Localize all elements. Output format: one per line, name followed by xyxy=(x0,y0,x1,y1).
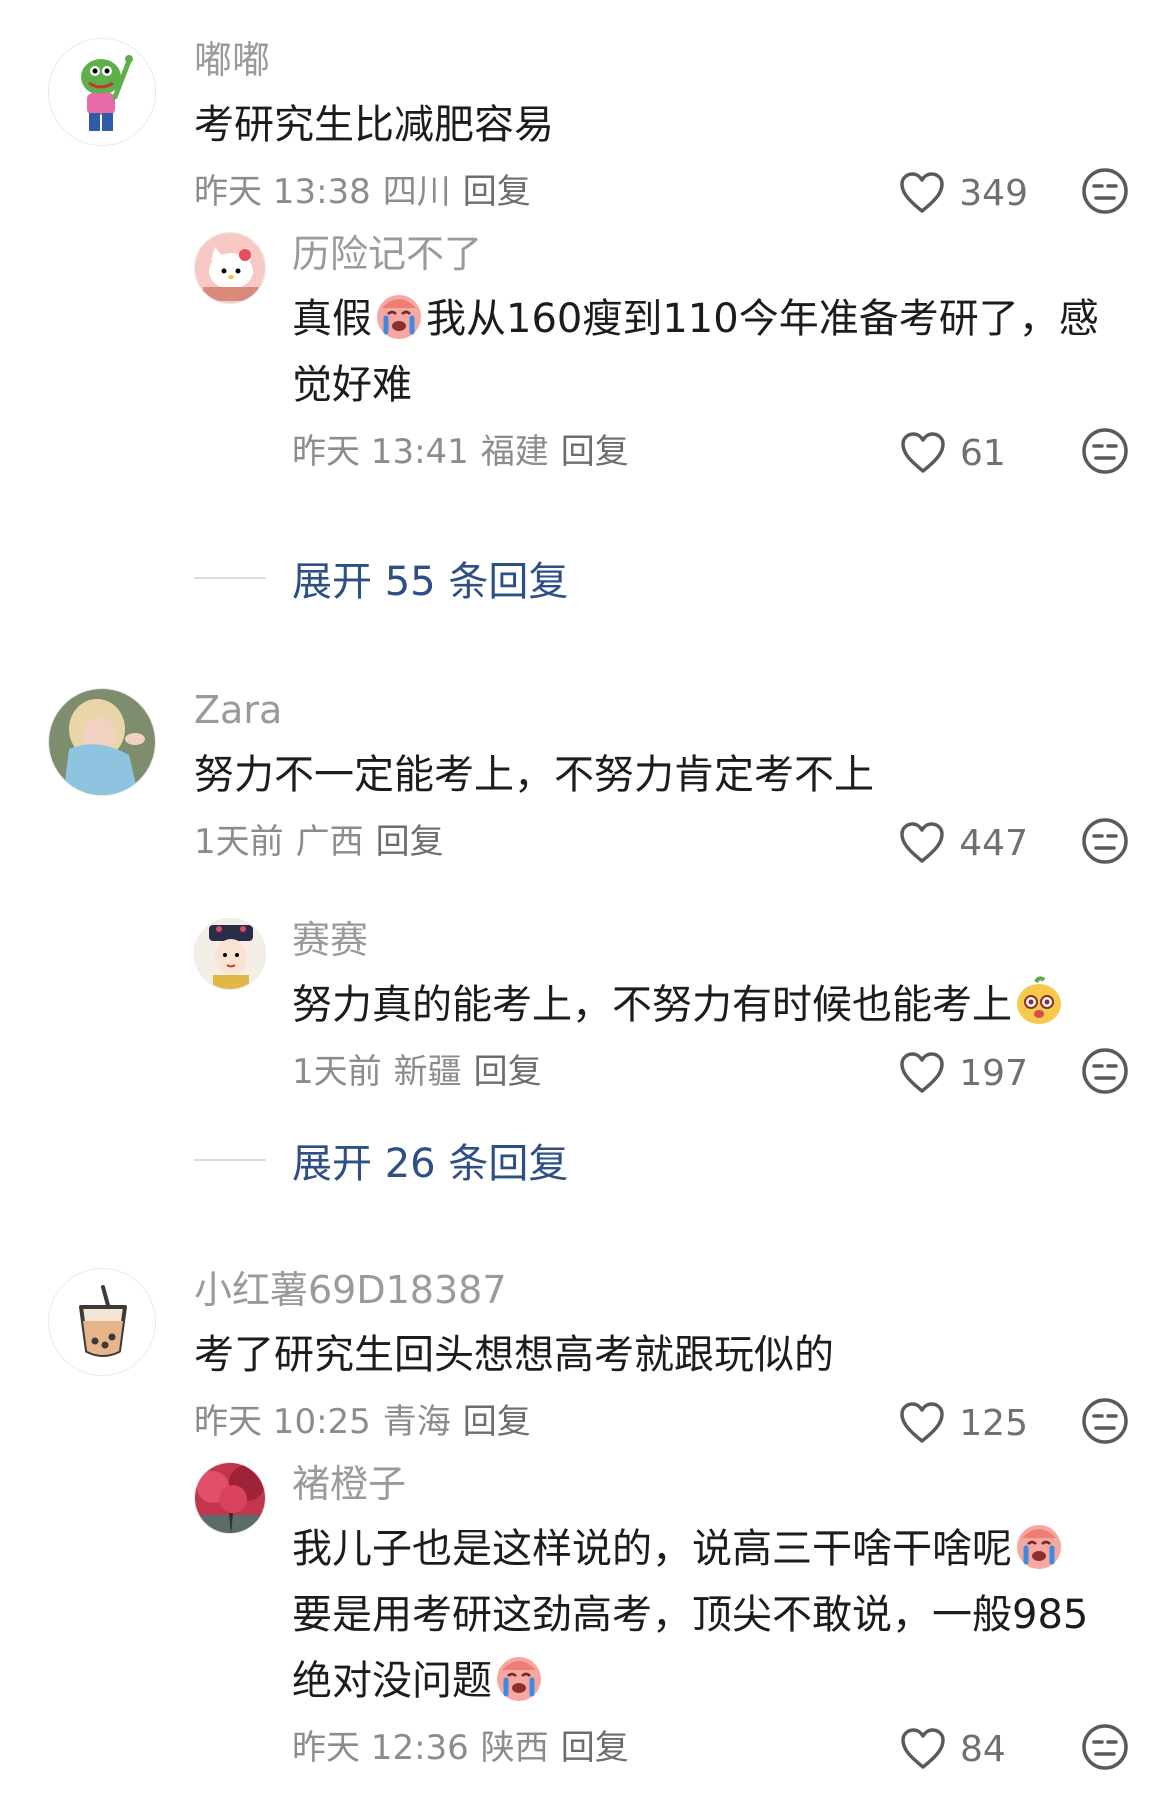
neutral-face-icon[interactable] xyxy=(1080,426,1130,476)
like-count: 61 xyxy=(960,432,1006,474)
neutral-face-icon[interactable] xyxy=(1080,816,1130,866)
avatar[interactable] xyxy=(48,38,156,146)
comment-author[interactable]: 小红薯69D18387 xyxy=(194,1268,1130,1314)
comment-author[interactable]: Zara xyxy=(194,688,1130,734)
reply-text-part: 真假 xyxy=(292,296,372,342)
like-count: 447 xyxy=(959,822,1028,864)
reply-text-part: 我儿子也是这样说的，说高三干啥干啥呢 xyxy=(292,1526,1012,1572)
reply-text: 我儿子也是这样说的，说高三干啥干啥呢 要是用考研这劲高考，顶尖不敢说，一般985… xyxy=(292,1516,1130,1714)
reply-time: 昨天 12:36 xyxy=(292,1728,469,1768)
reply-button[interactable]: 回复 xyxy=(376,822,444,862)
neutral-face-icon[interactable] xyxy=(1080,166,1130,216)
blonde-girl-avatar-icon xyxy=(49,689,155,795)
comment-location: 青海 xyxy=(382,1402,451,1442)
like-button[interactable]: 125 xyxy=(899,1396,1028,1450)
reply-author[interactable]: 褚橙子 xyxy=(292,1462,1130,1508)
reply-button[interactable]: 回复 xyxy=(474,1052,542,1092)
comment-time: 昨天 13:38 xyxy=(194,172,371,212)
like-button[interactable]: 61 xyxy=(900,426,1028,480)
divider xyxy=(194,1159,266,1161)
divider xyxy=(194,577,266,579)
like-count: 349 xyxy=(959,172,1028,214)
reply-author[interactable]: 赛赛 xyxy=(292,918,1130,964)
reply-button[interactable]: 回复 xyxy=(463,172,531,212)
reply-text: 真假 我从160瘦到110今年准备考研了，感觉好难 xyxy=(292,286,1130,418)
red-trees-avatar-icon xyxy=(195,1463,265,1533)
avatar[interactable] xyxy=(194,232,266,304)
like-button[interactable]: 197 xyxy=(899,1046,1028,1100)
comment-location: 四川 xyxy=(382,172,451,212)
comment-text: 考研究生比减肥容易 xyxy=(194,102,554,148)
like-button[interactable]: 349 xyxy=(899,166,1028,220)
green-frog-avatar-icon xyxy=(49,39,155,145)
like-count: 125 xyxy=(959,1402,1028,1444)
qing-dynasty-lady-avatar-icon xyxy=(195,919,265,989)
comment-location: 广西 xyxy=(295,822,364,862)
like-button[interactable]: 447 xyxy=(899,816,1028,870)
reply-button[interactable]: 回复 xyxy=(463,1402,531,1442)
comment-thread: 嘟嘟 考研究生比减肥容易 昨天 13:38 四川 回复 349 历险记不了 真假… xyxy=(0,0,1170,1820)
crying-emoji-icon xyxy=(377,295,421,339)
heart-outline-icon xyxy=(900,822,945,863)
reply-location: 福建 xyxy=(480,432,549,472)
heart-outline-icon xyxy=(900,1402,945,1443)
reply-text: 努力真的能考上，不努力有时候也能考上 xyxy=(292,972,1130,1038)
expand-replies-label[interactable]: 展开 26 条回复 xyxy=(292,1131,568,1189)
expand-replies-label[interactable]: 展开 55 条回复 xyxy=(292,549,568,607)
reply-time: 昨天 13:41 xyxy=(292,432,469,472)
reply-location: 陕西 xyxy=(480,1728,549,1768)
yellow-face-emoji-icon xyxy=(1017,976,1061,1024)
heart-outline-icon xyxy=(900,1052,945,1093)
reply-text-part: 努力真的能考上，不努力有时候也能考上 xyxy=(292,982,1012,1028)
reply-time: 1天前 xyxy=(292,1052,382,1092)
comment-time: 1天前 xyxy=(194,822,284,862)
comment-time: 昨天 10:25 xyxy=(194,1402,371,1442)
heart-outline-icon xyxy=(901,432,945,473)
like-count: 84 xyxy=(960,1728,1006,1770)
avatar[interactable] xyxy=(194,1462,266,1534)
neutral-face-icon[interactable] xyxy=(1080,1046,1130,1096)
neutral-face-icon[interactable] xyxy=(1080,1396,1130,1446)
like-count: 197 xyxy=(959,1052,1028,1094)
comment-author[interactable]: 嘟嘟 xyxy=(194,38,1130,84)
comment-text: 考了研究生回头想想高考就跟玩似的 xyxy=(194,1332,834,1378)
reply-author[interactable]: 历险记不了 xyxy=(292,232,1130,278)
reply-location: 新疆 xyxy=(393,1052,462,1092)
neutral-face-icon[interactable] xyxy=(1080,1722,1130,1772)
avatar[interactable] xyxy=(48,1268,156,1376)
avatar[interactable] xyxy=(48,688,156,796)
reply-button[interactable]: 回复 xyxy=(561,432,629,472)
expand-replies-button[interactable]: 展开 55 条回复 xyxy=(194,548,568,608)
expand-replies-button[interactable]: 展开 26 条回复 xyxy=(194,1130,568,1190)
hello-kitty-avatar-icon xyxy=(195,233,265,303)
avatar[interactable] xyxy=(194,918,266,990)
like-button[interactable]: 84 xyxy=(900,1722,1028,1776)
bubble-tea-avatar-icon xyxy=(49,1269,155,1375)
reply-text-part: 要是用考研这劲高考，顶尖不敢说，一般985绝对没问题 xyxy=(292,1592,1089,1704)
crying-emoji-icon xyxy=(497,1657,541,1701)
reply-button[interactable]: 回复 xyxy=(561,1728,629,1768)
heart-outline-icon xyxy=(900,172,945,213)
comment-text: 努力不一定能考上，不努力肯定考不上 xyxy=(194,752,874,798)
crying-emoji-icon xyxy=(1017,1525,1061,1569)
heart-outline-icon xyxy=(901,1728,945,1769)
